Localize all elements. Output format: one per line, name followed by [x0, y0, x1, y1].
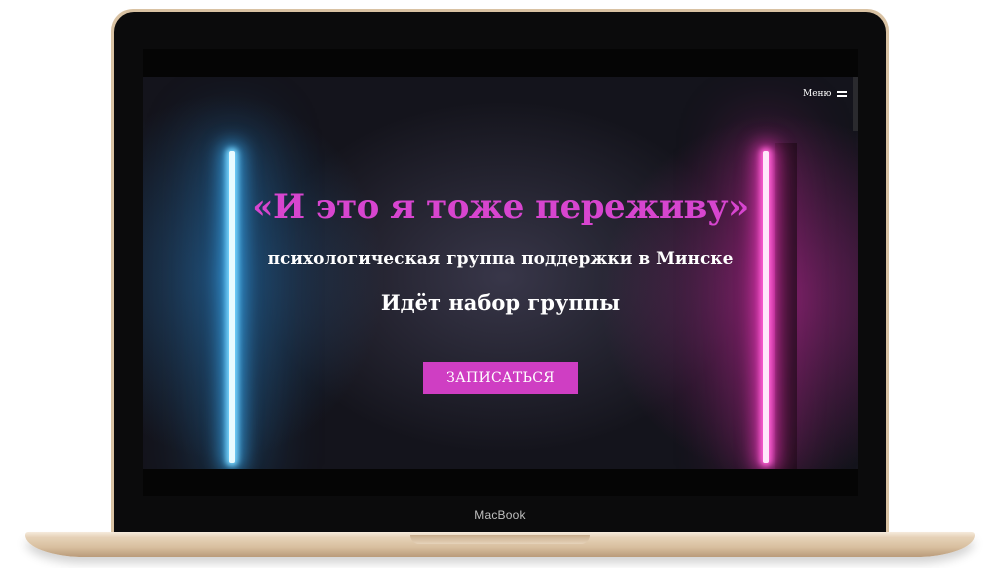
laptop-brand-label: MacBook [474, 508, 526, 522]
browser-top-bar [143, 49, 858, 77]
hero-subtitle: психологическая группа поддержки в Минск… [267, 249, 734, 269]
laptop-screen: Меню «И это я тоже переживу» психологиче… [143, 49, 858, 496]
enrollment-status: Идёт набор группы [380, 290, 621, 315]
menu-label: Меню [803, 89, 832, 99]
hero-title: «И это я тоже переживу» [252, 187, 749, 227]
signup-button[interactable]: ЗАПИСАТЬСЯ [423, 362, 578, 394]
laptop-lid-notch [410, 535, 590, 544]
screen-bottom-bar [143, 469, 858, 496]
hero-section: Меню «И это я тоже переживу» психологиче… [143, 77, 858, 469]
scrollbar[interactable] [853, 77, 858, 131]
menu-button[interactable]: Меню [803, 87, 848, 101]
hamburger-icon [837, 91, 848, 97]
